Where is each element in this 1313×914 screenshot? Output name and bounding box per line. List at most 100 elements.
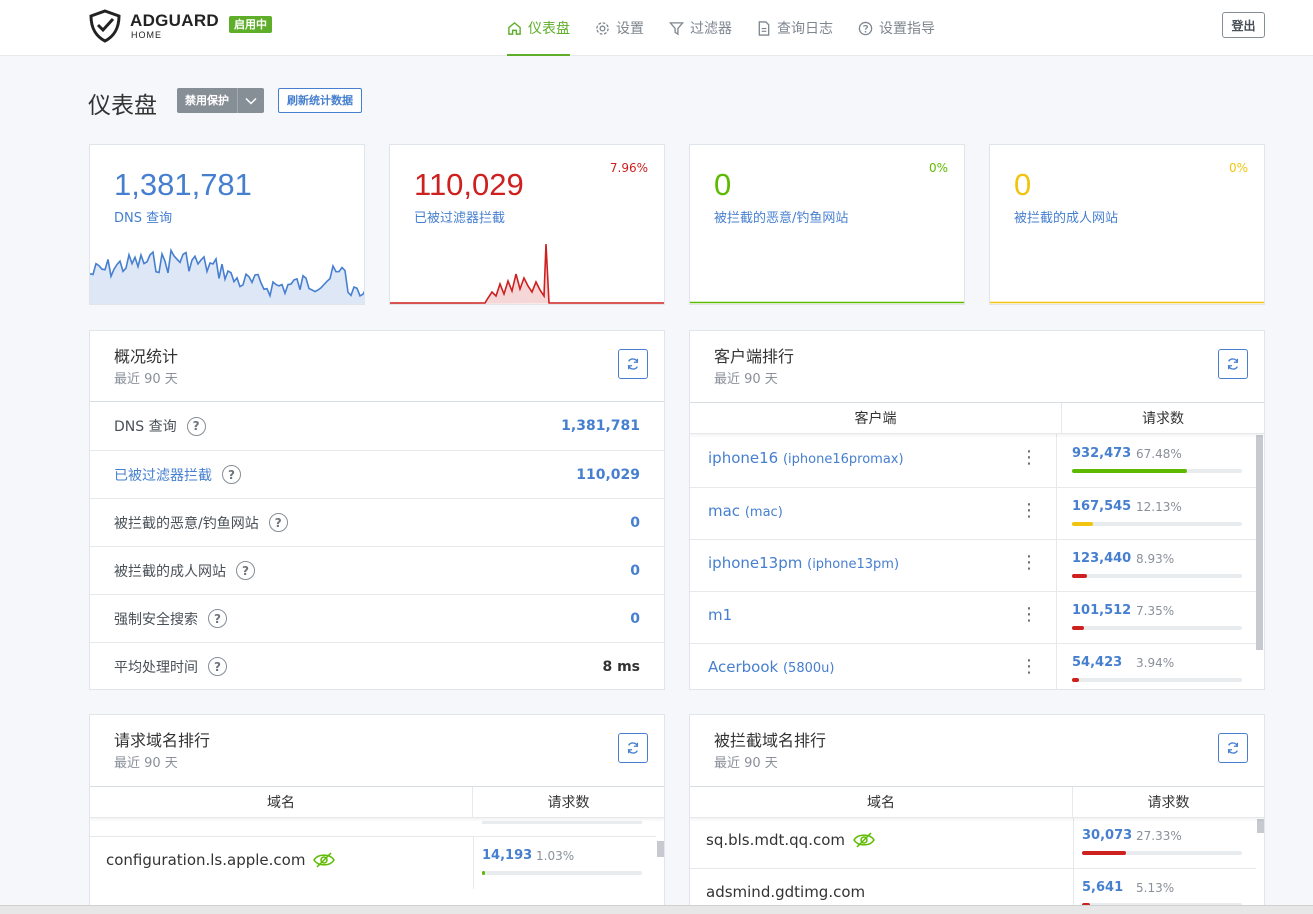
client-name-link[interactable]: mac (mac) [708,502,783,520]
client-request-count: 54,423 [1072,655,1123,670]
blocked-filters-value: 110,029 [414,167,524,202]
overview-row-label: 平均处理时间? [114,657,227,677]
blocked-malware-sparkline [690,301,964,304]
logo-name: ADGUARD [130,11,219,30]
blocked-scrollbar[interactable] [1257,819,1264,833]
overview-row: 强制安全搜索? 0 [90,594,664,642]
more-vertical-icon[interactable]: ⋮ [1020,658,1038,676]
client-alias: (mac) [744,505,783,520]
top-clients-panel: 客户端排行 最近 90 天 客户端 请求数 iphone16 (iphone16… [689,330,1265,690]
domain-request-percent: 1.03% [536,849,575,863]
overview-row: 已被过滤器拦截? 110,029 [90,450,664,498]
col-requests-header[interactable]: 请求数 [473,787,664,817]
nav-settings[interactable]: 设置 [595,0,644,56]
nav-filters[interactable]: 过滤器 [669,0,732,56]
clients-table-header: 客户端 请求数 [690,402,1264,434]
overview-row-text: 被拦截的成人网站 [114,563,226,580]
col-domain-header[interactable]: 域名 [690,787,1073,817]
client-name: Acerbook [708,658,779,676]
help-icon[interactable]: ? [236,561,255,580]
refresh-stats-button[interactable]: 刷新统计数据 [278,88,362,113]
window-bottom-edge [0,905,1313,914]
disable-duration-dropdown[interactable] [237,88,264,113]
queried-table-header: 域名 请求数 [90,786,664,818]
client-progress-fill [1072,522,1093,526]
dns-queries-sparkline [90,247,364,304]
blocked-subtitle: 最近 90 天 [714,756,778,771]
question-icon [858,21,873,35]
domain-progress-track [1082,851,1242,855]
gear-icon [596,21,609,35]
blocked-refresh-button[interactable] [1218,733,1248,763]
client-alias: (iphone13pm) [807,557,900,572]
column-divider [1056,643,1057,689]
help-icon[interactable]: ? [186,416,206,436]
overview-row: 被拦截的成人网站? 0 [90,546,664,594]
col-client-header[interactable]: 客户端 [690,403,1062,433]
client-name-link[interactable]: iphone16 (iphone16promax) [708,449,904,467]
client-row: iphone13pm (iphone13pm) ⋮ 123,440 8.93% [690,539,1256,592]
domain-progress-fill [1082,851,1126,855]
clients-refresh-button[interactable] [1218,349,1248,379]
blocked-filters-sparkline [390,243,664,304]
eye-slash-icon[interactable] [853,832,875,848]
domain-request-count: 30,073 [1082,828,1133,843]
client-name: mac [708,502,741,520]
nav-setup-guide[interactable]: 设置指导 [858,0,935,56]
nav-query-log-label: 查询日志 [777,21,833,37]
column-divider [1056,487,1057,540]
more-vertical-icon[interactable]: ⋮ [1020,606,1038,624]
client-progress-fill [1072,626,1085,630]
domain-row: sq.bls.mdt.qq.com 30,073 27.33% [690,816,1256,869]
col-requests-header[interactable]: 请求数 [1073,787,1264,817]
overview-row-label[interactable]: 已被过滤器拦截? [114,465,241,485]
eye-slash-icon[interactable] [313,852,336,868]
overview-row-text: 平均处理时间 [114,659,198,676]
client-row: m1 ⋮ 101,512 7.35% [690,591,1256,644]
help-icon[interactable]: ? [208,657,227,676]
blocked-filters-label: 已被过滤器拦截 [414,211,506,226]
client-request-count: 932,473 [1072,446,1132,461]
disable-protection-group: 禁用保护 [177,88,264,113]
clients-scrollbar[interactable] [1256,435,1263,650]
status-badge: 启用中 [229,16,272,33]
col-domain-header[interactable]: 域名 [90,787,473,817]
client-request-count: 101,512 [1072,603,1132,618]
domain-request-count: 5,641 [1082,880,1124,895]
nav-query-log[interactable]: 查询日志 [757,0,833,56]
document-icon [758,20,770,36]
queried-refresh-button[interactable] [618,733,648,763]
domain-name-link[interactable]: configuration.ls.apple.com [106,851,336,869]
nav-dashboard-label: 仪表盘 [528,21,570,37]
client-request-percent: 8.93% [1136,552,1175,566]
overview-row-text: DNS 查询 [114,419,177,435]
client-name: m1 [708,606,733,624]
help-icon[interactable]: ? [222,465,241,484]
client-name-link[interactable]: Acerbook (5800u) [708,658,834,676]
logout-button[interactable]: 登出 [1222,12,1265,38]
blocked-adult-sparkline [990,301,1264,304]
domain-request-percent: 27.33% [1136,829,1182,843]
overview-refresh-button[interactable] [618,349,648,379]
dns-queries-value: 1,381,781 [114,167,252,202]
client-name-link[interactable]: m1 [708,606,732,624]
more-vertical-icon[interactable]: ⋮ [1020,554,1038,572]
help-icon[interactable]: ? [208,609,227,628]
queried-scrollbar[interactable] [657,841,664,857]
domain-name-link[interactable]: sq.bls.mdt.qq.com [706,831,875,849]
more-vertical-icon[interactable]: ⋮ [1020,502,1038,520]
blocked-adult-percent: 0% [1228,161,1248,175]
overview-title: 概况统计 [114,347,179,366]
client-alias: (5800u) [782,661,835,676]
nav-dashboard[interactable]: 仪表盘 [507,0,570,56]
client-name-link[interactable]: iphone13pm (iphone13pm) [708,554,899,572]
adguard-logo[interactable]: ADGUARD HOME 启用中 [88,8,278,44]
col-requests-header[interactable]: 请求数 [1062,403,1264,433]
disable-protection-button[interactable]: 禁用保护 [177,88,237,113]
overview-row-text: 强制安全搜索 [114,611,198,628]
help-icon[interactable]: ? [268,513,288,532]
more-vertical-icon[interactable]: ⋮ [1020,449,1038,467]
chevron-down-icon [245,97,257,105]
domain-name-link[interactable]: adsmind.gdtimg.com [706,883,865,901]
client-request-count: 123,440 [1072,551,1132,566]
